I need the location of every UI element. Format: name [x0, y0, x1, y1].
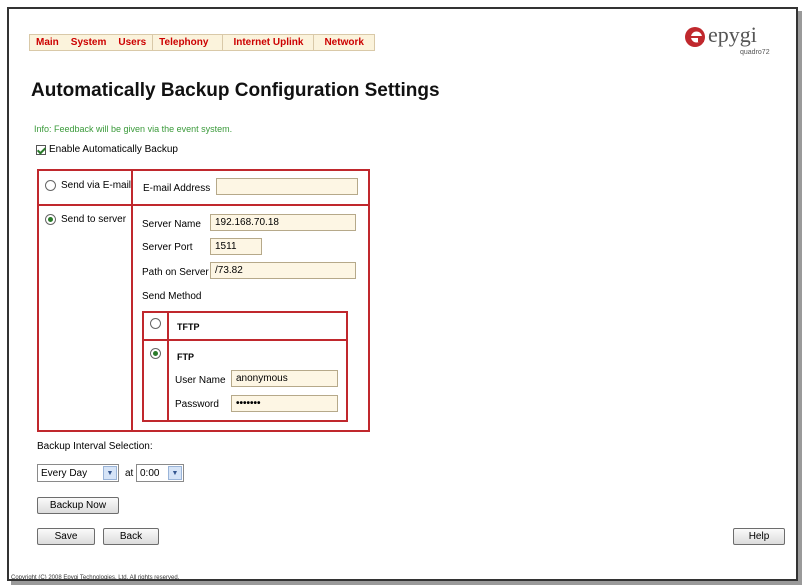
tftp-radio[interactable] — [150, 318, 161, 329]
save-button[interactable]: Save — [37, 528, 95, 545]
server-path-label: Path on Server — [142, 267, 209, 278]
send-method-divider — [167, 311, 169, 422]
ftp-label: FTP — [177, 352, 194, 362]
email-address-input[interactable] — [216, 178, 358, 195]
nav-item-main[interactable]: Main — [30, 35, 65, 50]
table-divider — [131, 169, 133, 432]
send-email-radio[interactable] — [45, 180, 56, 191]
nav-item-telephony[interactable]: Telephony — [153, 35, 222, 50]
info-message: Info: Feedback will be given via the eve… — [34, 124, 233, 134]
company-link[interactable]: Epygi Technologies, Ltd. — [63, 575, 128, 581]
copyright-suffix: All rights reserved. — [128, 575, 180, 581]
copyright-prefix: Copyright (C) 2008 — [11, 575, 64, 581]
ftp-username-label: User Name — [175, 375, 226, 386]
backup-period-select[interactable]: Every Day ▼ — [37, 464, 119, 482]
enable-backup-label: Enable Automatically Backup — [49, 144, 178, 155]
epygi-logo-icon — [685, 27, 705, 47]
chevron-down-icon[interactable]: ▼ — [103, 466, 117, 480]
send-method-label: Send Method — [142, 291, 202, 302]
send-email-label: Send via E-mail — [61, 180, 132, 191]
enable-backup-row: Enable Automatically Backup — [36, 144, 178, 155]
copyright-footer: Copyright (C) 2008 Epygi Technologies, L… — [11, 575, 179, 581]
ftp-password-label: Password — [175, 399, 219, 410]
server-port-label: Server Port — [142, 242, 193, 253]
send-server-label: Send to server — [61, 214, 127, 225]
ftp-radio[interactable] — [150, 348, 161, 359]
backup-now-button[interactable]: Backup Now — [37, 497, 119, 514]
enable-backup-checkbox[interactable] — [36, 144, 46, 155]
ftp-password-input[interactable]: ••••••• — [231, 395, 338, 412]
server-port-input[interactable]: 1511 — [210, 238, 262, 255]
server-name-input[interactable]: 192.168.70.18 — [210, 214, 356, 231]
ftp-username-input[interactable]: anonymous — [231, 370, 338, 387]
send-email-option[interactable]: Send via E-mail — [45, 180, 131, 191]
nav-item-users[interactable]: Users — [112, 35, 152, 50]
server-name-label: Server Name — [142, 219, 201, 230]
server-path-input[interactable]: /73.82 — [210, 262, 356, 279]
main-nav: Main System Users Telephony Internet Upl… — [29, 34, 375, 51]
tftp-label: TFTP — [177, 322, 200, 332]
nav-item-network[interactable]: Network — [314, 35, 373, 50]
send-method-divider — [142, 339, 348, 341]
backup-interval-label: Backup Interval Selection: — [37, 441, 153, 452]
send-server-radio[interactable] — [45, 214, 56, 225]
backup-time-value: 0:00 — [140, 467, 160, 479]
backup-time-select[interactable]: 0:00 ▼ — [136, 464, 184, 482]
nav-item-internet-uplink[interactable]: Internet Uplink — [223, 35, 313, 50]
table-divider — [37, 204, 370, 206]
email-address-label: E-mail Address — [143, 183, 211, 194]
help-button[interactable]: Help — [733, 528, 785, 545]
page-content: Main System Users Telephony Internet Upl… — [0, 0, 805, 586]
at-label: at — [125, 468, 134, 479]
send-server-option[interactable]: Send to server — [45, 214, 126, 225]
page-title: Automatically Backup Configuration Setti… — [31, 80, 440, 101]
back-button[interactable]: Back — [103, 528, 159, 545]
logo-text: epygi — [708, 22, 757, 47]
epygi-logo: epygi quadro72 — [684, 22, 784, 62]
logo-model: quadro72 — [740, 49, 770, 56]
backup-period-value: Every Day — [41, 467, 88, 479]
chevron-down-icon[interactable]: ▼ — [168, 466, 182, 480]
nav-item-system[interactable]: System — [65, 35, 113, 50]
